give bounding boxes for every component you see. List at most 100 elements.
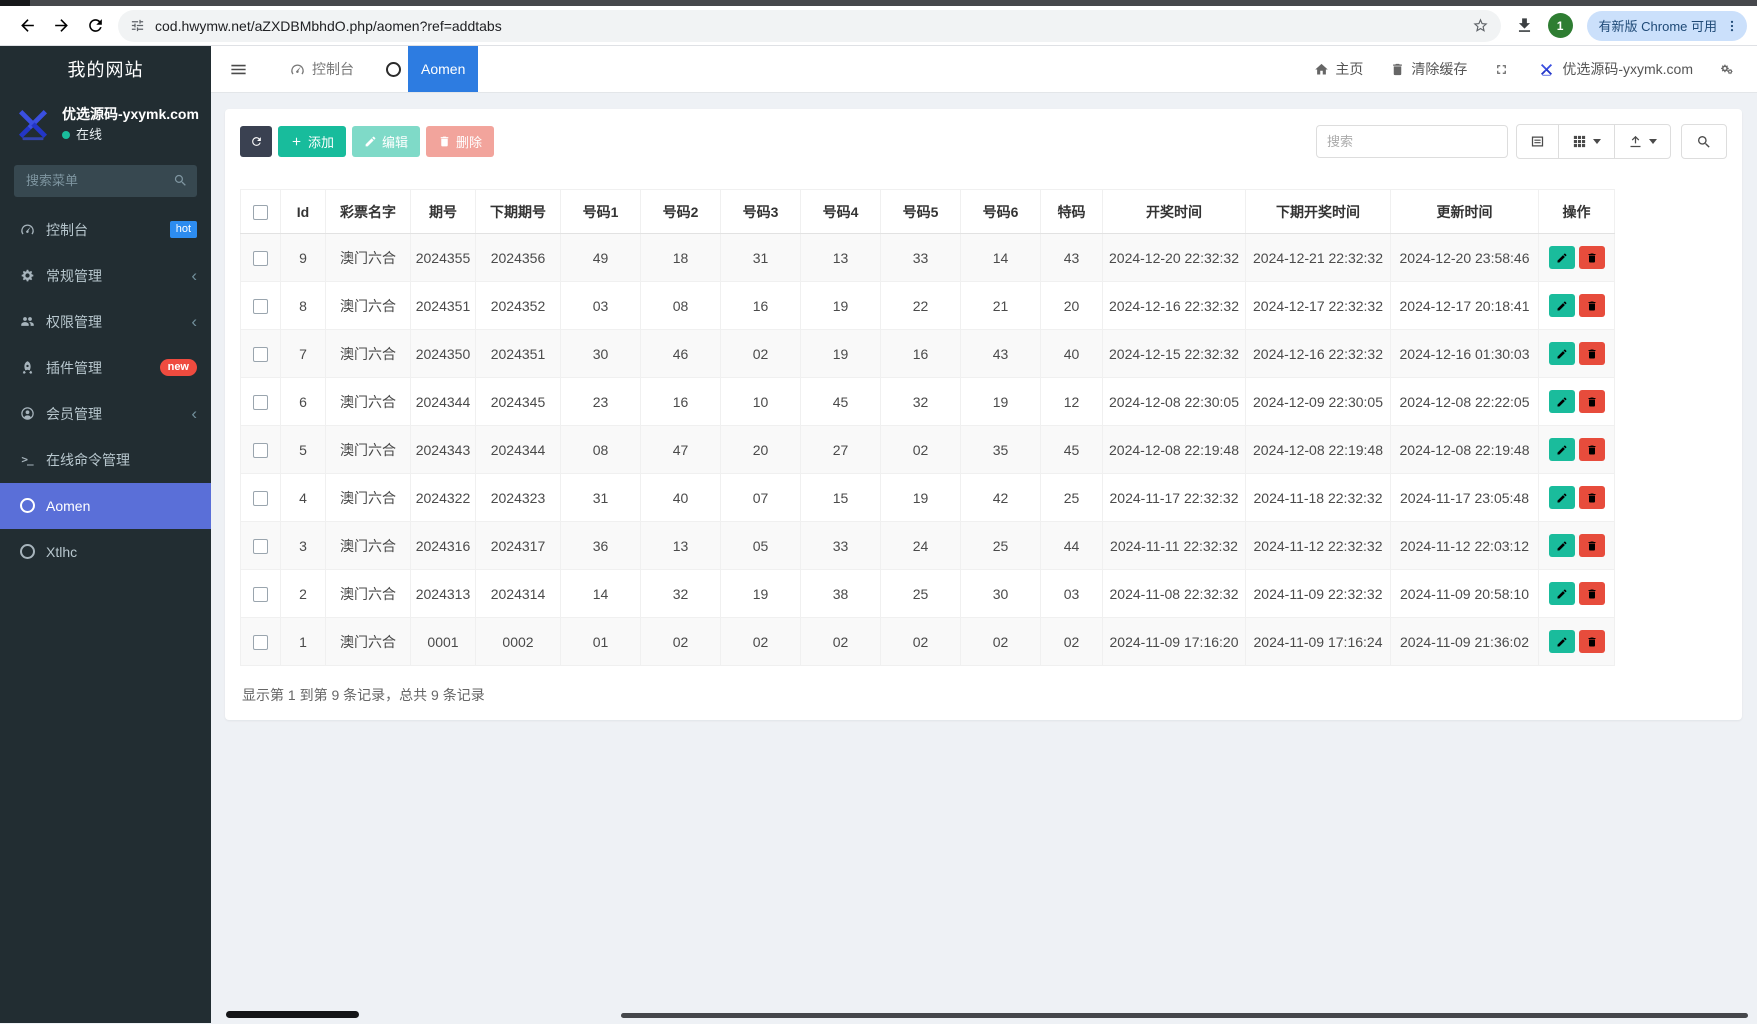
row-delete-button[interactable] (1578, 534, 1605, 557)
row-checkbox[interactable] (253, 490, 268, 506)
edit-button[interactable]: 编辑 (352, 126, 421, 157)
row-checkbox[interactable] (253, 298, 268, 314)
profile-avatar[interactable]: 1 (1547, 13, 1573, 38)
row-edit-button[interactable] (1548, 486, 1575, 509)
row-delete-button[interactable] (1578, 486, 1605, 509)
column-header[interactable]: 号码4 (800, 189, 881, 234)
row-edit-button[interactable] (1548, 582, 1575, 605)
select-all-checkbox[interactable] (253, 204, 268, 220)
row-edit-button[interactable] (1548, 390, 1575, 413)
table-row[interactable]: 1 澳门六合 0001 0002 01 02 02 02 02 02 02 2024-11-09 17… (240, 617, 1615, 666)
row-actions-cell (1538, 569, 1615, 618)
tab-console[interactable]: 控制台 (274, 46, 370, 92)
columns-dropdown-button[interactable] (1558, 124, 1615, 159)
column-header[interactable]: 更新时间 (1390, 189, 1539, 234)
row-edit-button[interactable] (1548, 630, 1575, 653)
column-header[interactable]: 号码2 (640, 189, 721, 234)
sidebar-item-插件管理[interactable]: 插件管理 new (0, 345, 211, 391)
row-delete-button[interactable] (1578, 630, 1605, 653)
row-edit-button[interactable] (1548, 342, 1575, 365)
column-header[interactable]: Id (280, 189, 326, 234)
add-button[interactable]: 添加 (278, 126, 347, 157)
scrollbar-thumb[interactable] (226, 1011, 359, 1018)
table-row[interactable]: 3 澳门六合 2024316 2024317 36 13 05 33 24 25 44 2024-11… (240, 521, 1615, 570)
browser-forward-icon[interactable] (46, 11, 76, 41)
row-delete-button[interactable] (1578, 294, 1605, 317)
sidebar-item-会员管理[interactable]: 会员管理 ‹ (0, 391, 211, 437)
clear-cache-link[interactable]: 清除缓存 (1390, 59, 1467, 79)
column-header[interactable]: 号码6 (960, 189, 1041, 234)
table-row[interactable]: 6 澳门六合 2024344 2024345 23 16 10 45 32 19 12 2024-12… (240, 377, 1615, 426)
table-row[interactable]: 8 澳门六合 2024351 2024352 03 08 16 19 22 21 20 2024-12… (240, 281, 1615, 330)
row-checkbox[interactable] (253, 538, 268, 554)
sidebar-item-常规管理[interactable]: 常规管理 ‹ (0, 253, 211, 299)
column-header[interactable]: 开奖时间 (1102, 189, 1246, 234)
table-search-input[interactable] (1316, 125, 1508, 158)
row-select-cell (240, 521, 281, 570)
column-header[interactable]: 期号 (410, 189, 476, 234)
sidebar-item-在线命令管理[interactable]: >_ 在线命令管理 (0, 437, 211, 483)
browser-reload-icon[interactable] (80, 11, 110, 41)
table-cell: 澳门六合 (325, 617, 411, 666)
row-edit-button[interactable] (1548, 438, 1575, 461)
home-link[interactable]: 主页 (1314, 59, 1363, 79)
table-row[interactable]: 4 澳门六合 2024322 2024323 31 40 07 15 19 42 25 2024-11… (240, 473, 1615, 522)
table-row[interactable]: 2 澳门六合 2024313 2024314 14 32 19 38 25 30 03 2024-11… (240, 569, 1615, 618)
column-header[interactable]: 操作 (1538, 189, 1615, 234)
sidebar-item-Aomen[interactable]: Aomen (0, 482, 211, 529)
account-menu[interactable]: 优选源码-yxymk.com (1536, 59, 1693, 79)
column-header[interactable]: 号码3 (720, 189, 801, 234)
sidebar-item-控制台[interactable]: 控制台 hot (0, 207, 211, 253)
browser-back-icon[interactable] (12, 11, 42, 41)
bookmark-star-icon[interactable] (1472, 17, 1489, 34)
row-edit-button[interactable] (1548, 246, 1575, 269)
row-checkbox[interactable] (253, 346, 268, 362)
fullscreen-button[interactable] (1494, 62, 1509, 77)
export-dropdown-button[interactable] (1614, 124, 1671, 159)
table-row[interactable]: 5 澳门六合 2024343 2024344 08 47 20 27 02 35 45 2024-12… (240, 425, 1615, 474)
address-bar[interactable]: cod.hwymw.net/aZXDBMbhdO.php/aomen?ref=a… (118, 9, 1501, 42)
row-checkbox[interactable] (253, 634, 268, 650)
column-header[interactable]: 下期期号 (475, 189, 561, 234)
horizontal-scrollbar[interactable] (212, 1011, 1757, 1019)
row-checkbox[interactable] (253, 442, 268, 458)
row-checkbox[interactable] (253, 394, 268, 410)
chrome-update-button[interactable]: 有新版 Chrome 可用 (1586, 10, 1747, 41)
row-delete-button[interactable] (1578, 246, 1605, 269)
delete-button[interactable]: 删除 (426, 126, 495, 157)
sidebar-item-Xtlhc[interactable]: Xtlhc (0, 529, 211, 575)
sidebar-search-input[interactable] (14, 164, 197, 197)
row-edit-button[interactable] (1548, 534, 1575, 557)
column-header[interactable]: 特码 (1040, 189, 1103, 234)
hamburger-menu-icon[interactable] (211, 46, 264, 92)
table-row[interactable]: 7 澳门六合 2024350 2024351 30 46 02 19 16 43 40 2024-12… (240, 329, 1615, 378)
table-row[interactable]: 9 澳门六合 2024355 2024356 49 18 31 13 33 14 43 2024-12… (240, 233, 1615, 282)
settings-menu[interactable] (1720, 62, 1735, 77)
url-text[interactable]: cod.hwymw.net/aZXDBMbhdO.php/aomen?ref=a… (155, 18, 1472, 34)
row-edit-button[interactable] (1548, 294, 1575, 317)
circle-icon (17, 544, 37, 559)
site-settings-icon[interactable] (130, 18, 145, 33)
column-header[interactable]: 下期开奖时间 (1245, 189, 1391, 234)
row-delete-button[interactable] (1578, 390, 1605, 413)
table-cell: 01 (560, 617, 641, 666)
row-delete-button[interactable] (1578, 342, 1605, 365)
row-delete-button[interactable] (1578, 438, 1605, 461)
browser-menu-icon[interactable] (1725, 19, 1739, 33)
refresh-button[interactable] (240, 126, 272, 157)
downloads-icon[interactable] (1515, 16, 1534, 35)
column-header[interactable]: 号码1 (560, 189, 641, 234)
column-header[interactable]: 彩票名字 (325, 189, 411, 234)
row-delete-button[interactable] (1578, 582, 1605, 605)
sidebar-item-权限管理[interactable]: 权限管理 ‹ (0, 299, 211, 345)
table-cell: 2024-11-11 22:32:32 (1102, 521, 1246, 570)
row-checkbox[interactable] (253, 586, 268, 602)
search-icon[interactable] (173, 173, 188, 188)
search-toggle-button[interactable] (1681, 124, 1727, 159)
table-cell: 2024-12-16 22:32:32 (1102, 281, 1246, 330)
tab-aomen[interactable]: Aomen (370, 46, 479, 92)
detail-view-button[interactable] (1516, 124, 1559, 159)
row-checkbox[interactable] (253, 250, 268, 266)
column-header[interactable]: 号码5 (880, 189, 961, 234)
table-cell: 35 (960, 425, 1041, 474)
